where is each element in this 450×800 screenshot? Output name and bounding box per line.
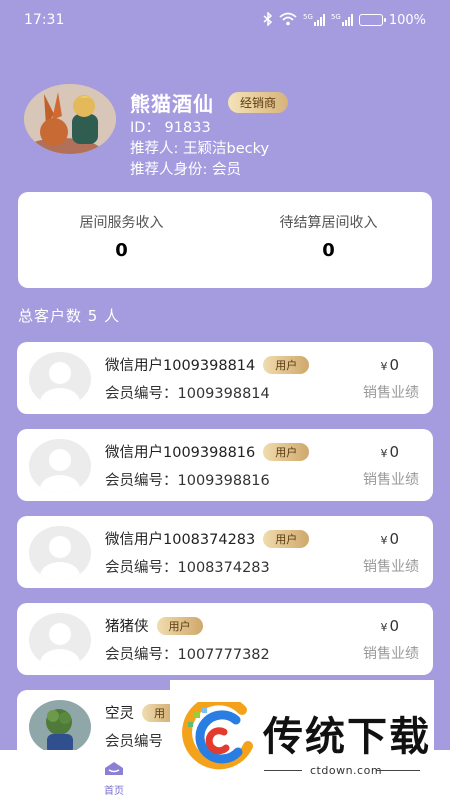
user-badge: 用户 <box>263 442 310 461</box>
watermark-url: ctdown.com <box>310 764 383 777</box>
referrer-identity: 推荐人身份: 会员 <box>130 162 241 178</box>
customer-name-row: 猪猪侠 用户 <box>105 615 203 636</box>
avatar <box>29 700 91 754</box>
default-avatar-icon <box>29 526 91 580</box>
profile-header: 熊猫酒仙 经销商 ID： 91833 推荐人: 王颖洁becky 推荐人身份: … <box>24 84 434 178</box>
role-badge: 经销商 <box>228 92 289 113</box>
pending-income-label: 待结算居间收入 <box>279 215 378 231</box>
customer-card[interactable]: 猪猪侠 用户 会员编号：1007777382 ¥0 销售业绩 <box>17 603 433 675</box>
default-avatar-icon <box>29 352 91 406</box>
profile-name-row: 熊猫酒仙 经销商 <box>130 88 289 117</box>
home-icon <box>103 760 125 780</box>
room-service-income-value: 0 <box>115 240 128 261</box>
sales-amount-value: 0 <box>389 443 399 461</box>
currency-symbol: ¥ <box>380 534 388 547</box>
avatar[interactable] <box>24 84 116 154</box>
customer-name-row: 微信用户1009398814 用户 <box>105 354 310 375</box>
watermark-divider-left <box>264 770 302 771</box>
sales-performance-label: 销售业绩 <box>363 559 419 575</box>
total-customers: 总客户数 5 人 <box>18 307 121 325</box>
watermark-text: 传统下载 <box>263 714 431 760</box>
status-time: 17:31 <box>24 12 65 28</box>
status-icons: 5G 5G 100% <box>263 10 426 29</box>
sales-amount: ¥0 <box>380 530 399 548</box>
customer-name-row: 微信用户1009398816 用户 <box>105 441 310 462</box>
currency-symbol: ¥ <box>380 447 388 460</box>
sales-amount-value: 0 <box>389 530 399 548</box>
user-badge: 用户 <box>263 529 310 548</box>
signal-icon-1: 5G <box>303 14 325 26</box>
watermark: 传统下载 ctdown.com <box>170 680 434 800</box>
sales-amount: ¥0 <box>380 443 399 461</box>
pending-income[interactable]: 待结算居间收入 0 <box>225 192 432 288</box>
watermark-logo-icon <box>180 695 256 782</box>
tab-home-label: 首页 <box>104 786 124 797</box>
bluetooth-icon <box>263 10 273 29</box>
default-avatar-icon <box>29 613 91 667</box>
sales-performance-label: 销售业绩 <box>363 646 419 662</box>
income-card: 居间服务收入 0 待结算居间收入 0 <box>18 192 432 288</box>
customer-name: 微信用户1009398816 <box>105 445 256 461</box>
default-avatar-icon <box>29 439 91 493</box>
member-id: 会员编号：1009398816 <box>105 473 270 489</box>
user-badge: 用户 <box>156 616 203 635</box>
customer-card[interactable]: 微信用户1009398814 用户 会员编号：1009398814 ¥0 销售业… <box>17 342 433 414</box>
referrer: 推荐人: 王颖洁becky <box>130 141 270 157</box>
customer-name-row: 空灵 用 <box>105 702 177 723</box>
room-service-income-label: 居间服务收入 <box>79 215 164 231</box>
currency-symbol: ¥ <box>380 621 388 634</box>
pending-income-value: 0 <box>322 240 335 261</box>
member-id: 会员编号：1009398814 <box>105 386 270 402</box>
room-service-income[interactable]: 居间服务收入 0 <box>18 192 225 288</box>
sales-performance-label: 销售业绩 <box>363 472 419 488</box>
currency-symbol: ¥ <box>380 360 388 373</box>
customer-name-row: 微信用户1008374283 用户 <box>105 528 310 549</box>
user-name: 熊猫酒仙 <box>130 92 214 116</box>
customer-name: 猪猪侠 <box>105 619 149 635</box>
user-id: ID： 91833 <box>130 120 211 136</box>
watermark-divider-right <box>376 770 420 771</box>
sales-amount-value: 0 <box>389 617 399 635</box>
tab-home[interactable]: 首页 <box>94 760 134 797</box>
customer-name: 空灵 <box>105 706 134 722</box>
member-id: 会员编号：1007777382 <box>105 647 270 663</box>
sales-amount: ¥0 <box>380 617 399 635</box>
member-id: 会员编号 <box>105 734 163 750</box>
customer-name: 微信用户1009398814 <box>105 358 256 374</box>
customer-name: 微信用户1008374283 <box>105 532 256 548</box>
status-bar: 17:31 5G 5G 100% <box>0 0 450 40</box>
sales-amount-value: 0 <box>389 356 399 374</box>
sales-performance-label: 销售业绩 <box>363 385 419 401</box>
customer-card[interactable]: 微信用户1008374283 用户 会员编号：1008374283 ¥0 销售业… <box>17 516 433 588</box>
member-id: 会员编号：1008374283 <box>105 560 270 576</box>
battery-percent: 100% <box>388 12 426 28</box>
battery-icon <box>358 14 386 26</box>
customer-card[interactable]: 微信用户1009398816 用户 会员编号：1009398816 ¥0 销售业… <box>17 429 433 501</box>
signal-icon-2: 5G <box>331 14 353 26</box>
user-badge: 用户 <box>263 355 310 374</box>
sales-amount: ¥0 <box>380 356 399 374</box>
wifi-icon <box>279 12 297 29</box>
